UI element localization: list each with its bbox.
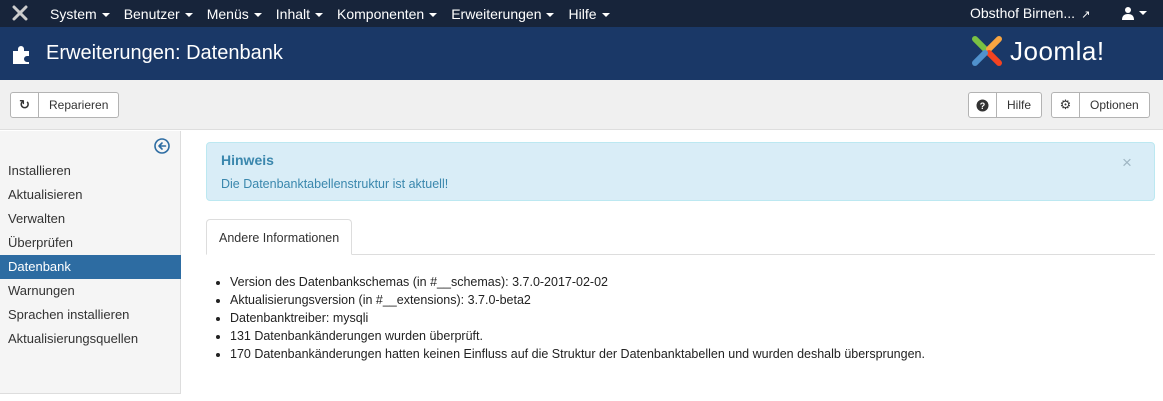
sidebar-item-warnungen[interactable]: Warnungen xyxy=(0,279,181,303)
menu-inhalt[interactable]: Inhalt xyxy=(275,5,324,22)
tab-andere-informationen[interactable]: Andere Informationen xyxy=(206,219,353,255)
top-navbar: System Benutzer Menüs Inhalt Komponenten… xyxy=(0,0,1163,27)
menu-erweiterungen[interactable]: Erweiterungen xyxy=(451,5,555,22)
external-link-icon: ↗ xyxy=(1081,9,1091,21)
page-header: Erweiterungen: Datenbank Joomla! xyxy=(0,27,1163,80)
menu-label: Benutzer xyxy=(123,5,180,22)
caret-down-icon xyxy=(546,12,555,17)
caret-down-icon xyxy=(315,12,324,17)
page-title: Erweiterungen: Datenbank xyxy=(46,42,283,64)
user-menu[interactable] xyxy=(1122,4,1147,21)
caret-down-icon xyxy=(429,12,438,17)
menu-label: Erweiterungen xyxy=(451,5,542,22)
site-link-label: Obsthof Birnen... xyxy=(970,5,1076,21)
help-label: Hilfe xyxy=(1007,98,1032,112)
gear-icon: ⚙ xyxy=(1052,93,1080,117)
collapse-sidebar-icon[interactable] xyxy=(154,138,170,154)
user-icon xyxy=(1122,7,1134,21)
menu-hilfe[interactable]: Hilfe xyxy=(568,5,610,22)
logo-text: Joomla! xyxy=(1010,35,1105,66)
refresh-icon: ↻ xyxy=(11,93,39,117)
sidebar-item-aktualisierungsquellen[interactable]: Aktualisierungsquellen xyxy=(0,327,181,351)
caret-down-icon xyxy=(101,12,110,17)
sidebar-item-sprachen-installieren[interactable]: Sprachen installieren xyxy=(0,303,181,327)
main-menu: System Benutzer Menüs Inhalt Komponenten… xyxy=(50,0,624,27)
caret-down-icon xyxy=(1139,11,1147,16)
options-label: Optionen xyxy=(1090,98,1139,112)
sidebar-item-aktualisieren[interactable]: Aktualisieren xyxy=(0,183,181,207)
repair-label: Reparieren xyxy=(49,98,109,112)
options-button[interactable]: ⚙ Optionen xyxy=(1051,92,1150,118)
caret-down-icon xyxy=(601,12,610,17)
menu-menues[interactable]: Menüs xyxy=(207,6,262,22)
close-icon[interactable]: × xyxy=(1122,153,1132,173)
menu-benutzer[interactable]: Benutzer xyxy=(124,6,193,22)
question-circle-icon: ? xyxy=(969,93,997,117)
joomla-logo-icon xyxy=(972,36,1002,66)
sidebar: Installieren Aktualisieren Verwalten Übe… xyxy=(0,131,181,394)
caret-down-icon xyxy=(253,12,262,17)
tab-bar: Andere Informationen xyxy=(206,219,1155,255)
puzzle-icon xyxy=(13,46,29,64)
alert-message: Die Datenbanktabellenstruktur ist aktuel… xyxy=(221,177,449,191)
sidebar-item-datenbank[interactable]: Datenbank xyxy=(0,255,181,279)
toolbar: ↻ Reparieren ? Hilfe ⚙ Optionen xyxy=(0,80,1163,130)
menu-label: Inhalt xyxy=(275,5,311,22)
sidebar-nav: Installieren Aktualisieren Verwalten Übe… xyxy=(0,159,181,351)
sidebar-item-ueberpruefen[interactable]: Überprüfen xyxy=(0,231,181,255)
joomla-logo: Joomla! xyxy=(970,34,1105,68)
list-item: 131 Datenbankänderungen wurden überprüft… xyxy=(230,327,925,345)
site-link[interactable]: Obsthof Birnen... ↗ xyxy=(970,5,1090,21)
help-button[interactable]: ? Hilfe xyxy=(968,92,1043,118)
menu-system[interactable]: System xyxy=(50,6,110,22)
joomla-x-icon[interactable] xyxy=(12,5,28,21)
list-item: Version des Datenbankschemas (in #__sche… xyxy=(230,273,925,291)
sidebar-item-installieren[interactable]: Installieren xyxy=(0,159,181,183)
info-alert: Hinweis Die Datenbanktabellenstruktur is… xyxy=(206,142,1155,201)
sidebar-item-verwalten[interactable]: Verwalten xyxy=(0,207,181,231)
info-list: Version des Datenbankschemas (in #__sche… xyxy=(230,273,925,363)
menu-komponenten[interactable]: Komponenten xyxy=(337,5,438,22)
list-item: Datenbanktreiber: mysqli xyxy=(230,309,925,327)
repair-button[interactable]: ↻ Reparieren xyxy=(10,92,120,118)
alert-heading: Hinweis xyxy=(221,152,274,168)
svg-text:?: ? xyxy=(980,101,986,111)
menu-label: Hilfe xyxy=(568,5,597,22)
list-item: Aktualisierungsversion (in #__extensions… xyxy=(230,291,925,309)
menu-label: Komponenten xyxy=(337,5,425,22)
menu-label: Menüs xyxy=(206,5,249,22)
menu-label: System xyxy=(50,5,97,22)
caret-down-icon xyxy=(184,12,193,17)
list-item: 170 Datenbankänderungen hatten keinen Ei… xyxy=(230,345,925,363)
